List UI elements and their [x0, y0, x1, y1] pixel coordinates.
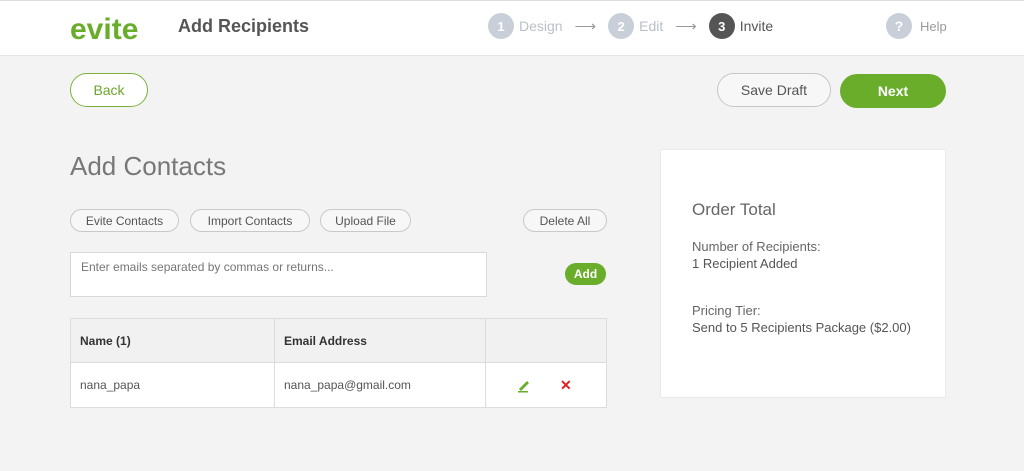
- section-title: Add Contacts: [70, 151, 227, 181]
- top-bar: evite Add Recipients 1 Design ⟶ 2 Edit ⟶…: [0, 0, 1024, 56]
- column-header-actions: [486, 319, 606, 362]
- order-total-panel: Order Total Number of Recipients: 1 Reci…: [660, 149, 946, 398]
- table-row: nana_papa nana_papa@gmail.com ✕: [71, 363, 606, 407]
- recipients-value: 1 Recipient Added: [692, 256, 798, 271]
- pricing-tier-value: Send to 5 Recipients Package ($2.00): [692, 320, 911, 335]
- column-header-email[interactable]: Email Address: [275, 319, 486, 362]
- pencil-icon[interactable]: [516, 377, 532, 393]
- upload-file-button[interactable]: Upload File: [320, 209, 411, 232]
- back-button[interactable]: Back: [70, 73, 148, 107]
- question-icon: ?: [886, 13, 912, 39]
- x-icon[interactable]: ✕: [560, 377, 572, 394]
- step-label: Invite: [739, 18, 774, 34]
- email-input[interactable]: [70, 252, 487, 297]
- step-number: 3: [708, 13, 735, 39]
- add-button[interactable]: Add: [565, 263, 606, 285]
- page-title: Add Recipients: [178, 16, 310, 36]
- pricing-summary: Pricing Tier: Send to 5 Recipients Packa…: [692, 302, 912, 336]
- contact-email: nana_papa@gmail.com: [275, 363, 486, 407]
- evite-logo[interactable]: evite: [70, 9, 150, 49]
- import-contacts-button[interactable]: Import Contacts: [190, 209, 310, 232]
- recipients-label: Number of Recipients:: [692, 239, 821, 254]
- recipients-summary: Number of Recipients: 1 Recipient Added: [692, 238, 821, 272]
- arrow-right-icon: ⟶: [574, 18, 597, 35]
- step-edit[interactable]: 2 Edit: [608, 13, 663, 39]
- order-total-title: Order Total: [692, 200, 776, 219]
- pricing-tier-label: Pricing Tier:: [692, 303, 761, 318]
- svg-text:evite: evite: [70, 13, 138, 46]
- step-invite[interactable]: 3 Invite: [708, 13, 774, 39]
- next-button[interactable]: Next: [840, 74, 946, 108]
- delete-all-button[interactable]: Delete All: [523, 209, 607, 232]
- help-link[interactable]: ? Help: [886, 13, 947, 39]
- contacts-table: Name (1) Email Address nana_papa nana_pa…: [70, 318, 607, 408]
- row-actions: ✕: [486, 363, 606, 407]
- save-draft-button[interactable]: Save Draft: [717, 73, 831, 107]
- progress-steps: 1 Design ⟶ 2 Edit ⟶ 3 Invite: [488, 13, 773, 39]
- column-header-name[interactable]: Name (1): [71, 319, 275, 362]
- contact-name: nana_papa: [71, 363, 275, 407]
- step-design[interactable]: 1 Design: [488, 13, 563, 39]
- step-label: Edit: [639, 18, 664, 34]
- help-label: Help: [920, 18, 947, 34]
- arrow-right-icon: ⟶: [675, 18, 697, 35]
- table-header-row: Name (1) Email Address: [71, 319, 606, 363]
- step-label: Design: [519, 18, 563, 34]
- evite-contacts-button[interactable]: Evite Contacts: [70, 209, 179, 232]
- step-number: 2: [608, 13, 635, 39]
- step-number: 1: [488, 13, 514, 39]
